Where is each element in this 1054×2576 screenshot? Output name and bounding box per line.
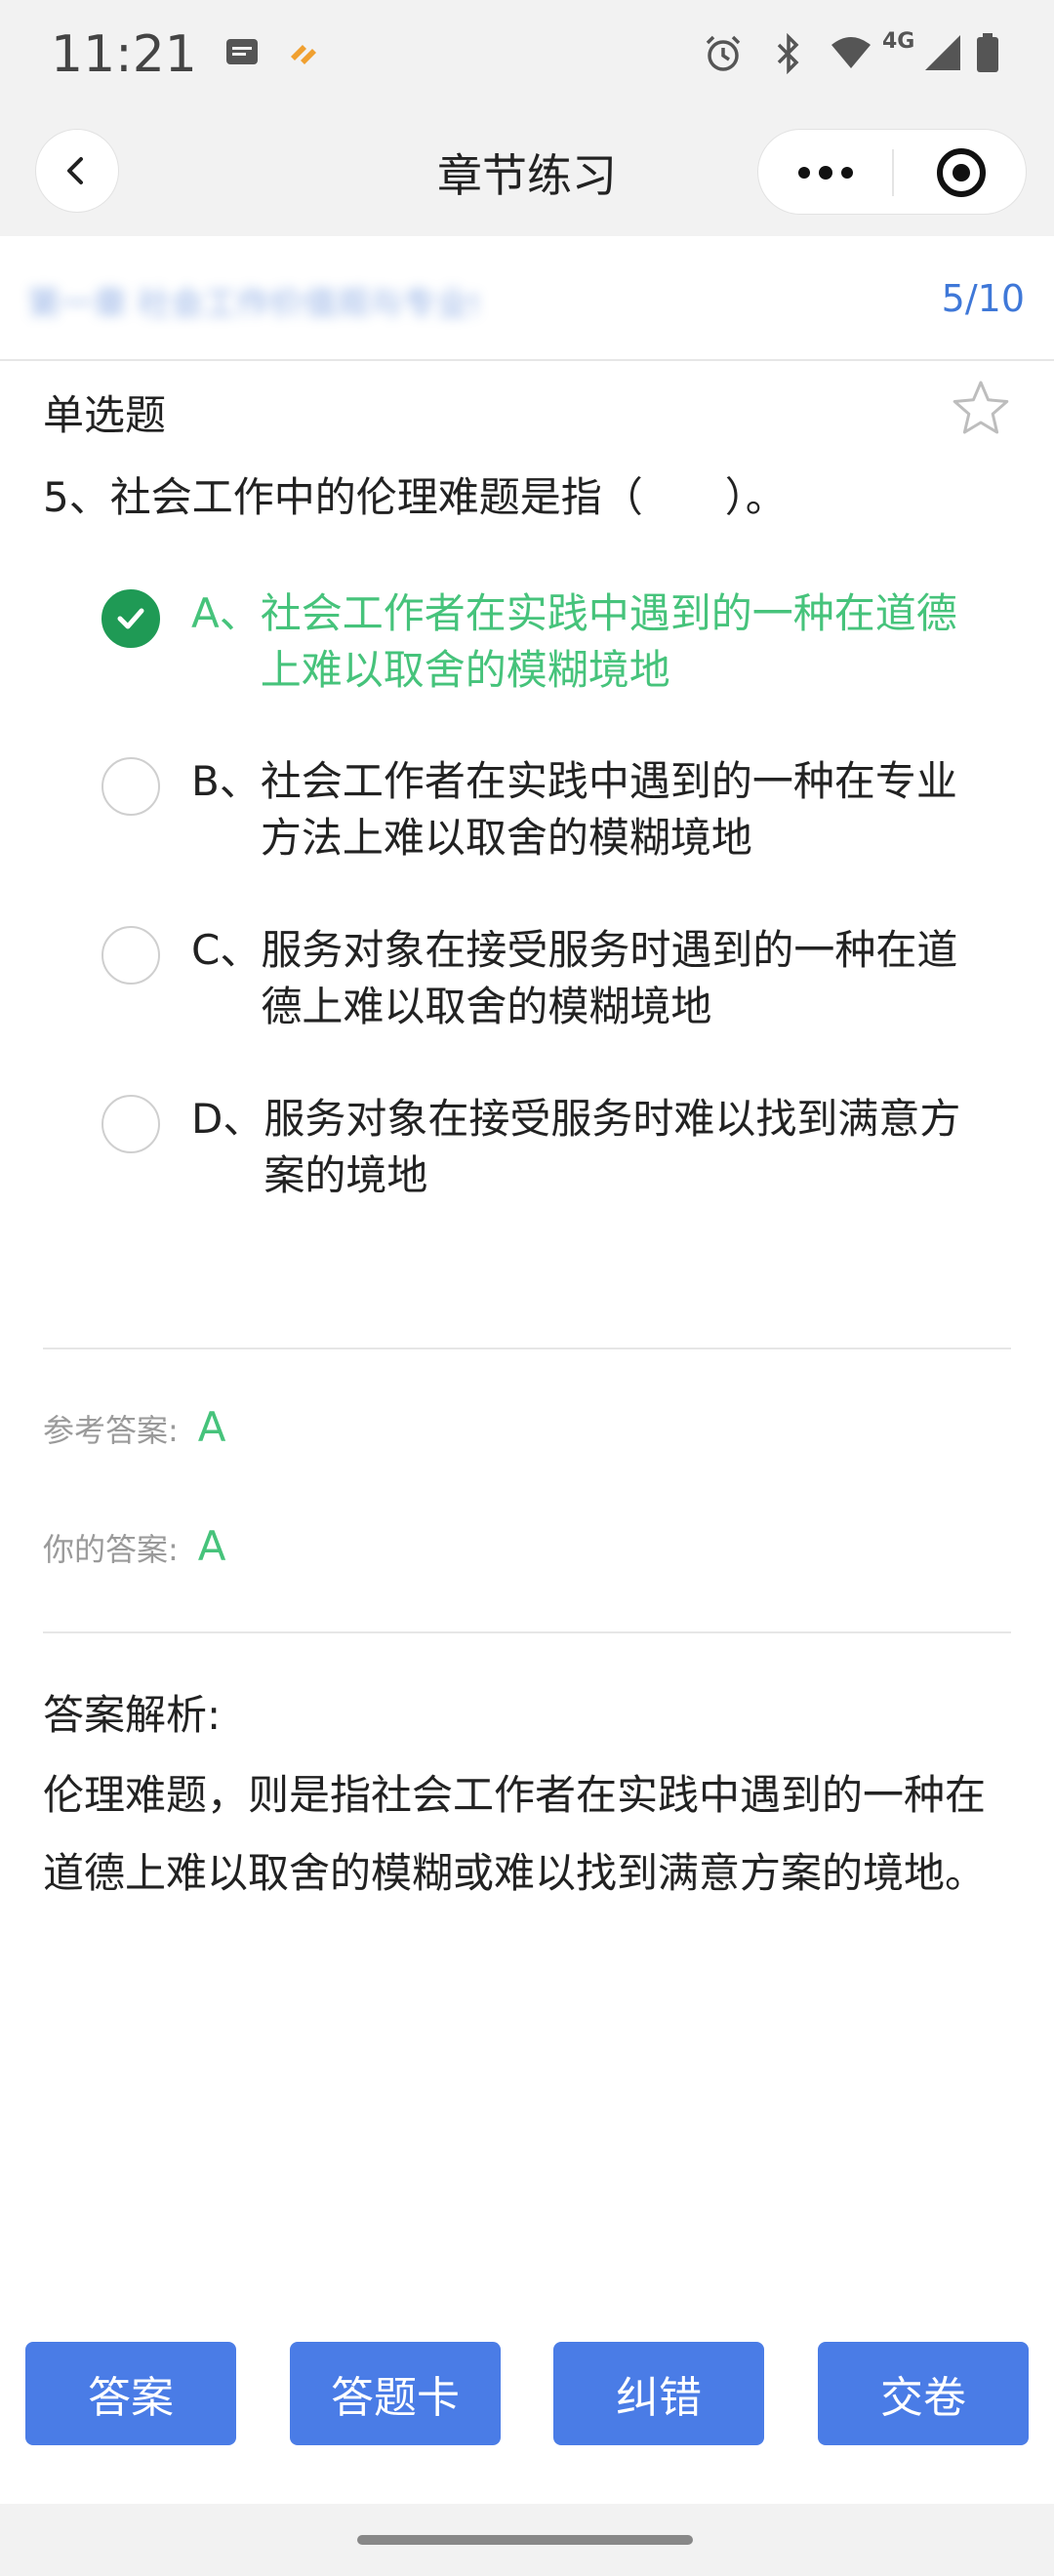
report-error-button[interactable]: 纠错 — [553, 2342, 764, 2445]
option-text: 社会工作者在实践中遇到的一种在道德上难以取舍的模糊境地 — [260, 589, 957, 694]
divider — [43, 1631, 1011, 1633]
option-d[interactable]: D、 服务对象在接受服务时难以找到满意方案的境地 — [101, 1091, 999, 1204]
option-letter: D、 — [191, 1095, 264, 1143]
option-text: 服务对象在接受服务时难以找到满意方案的境地 — [264, 1095, 961, 1199]
option-radio[interactable] — [101, 589, 160, 648]
bluetooth-icon — [771, 32, 806, 78]
checkmark-icon — [117, 608, 144, 629]
reference-answer: 参考答案: A — [43, 1403, 226, 1451]
progress-row: 第一章 社会工作价值观与专业伦理 5/10 — [0, 236, 1054, 361]
question-type: 单选题 — [43, 391, 167, 439]
show-answer-button[interactable]: 答案 — [25, 2342, 236, 2445]
chapter-name: 第一章 社会工作价值观与专业伦理 — [27, 285, 476, 316]
close-miniprogram-button[interactable] — [894, 130, 1028, 216]
question-text: 5、社会工作中的伦理难题是指（ ）。 — [43, 473, 787, 521]
option-letter: A、 — [191, 589, 261, 637]
option-radio[interactable] — [101, 926, 160, 985]
more-button[interactable] — [758, 130, 892, 216]
option-letter: C、 — [191, 926, 262, 974]
miniprogram-capsule — [757, 129, 1027, 215]
wifi-icon — [830, 33, 872, 76]
option-letter: B、 — [191, 757, 261, 805]
analysis-title: 答案解析: — [43, 1691, 222, 1739]
favorite-button[interactable] — [949, 377, 1013, 441]
signal-icon — [923, 33, 962, 76]
network-type: 4G — [882, 29, 915, 54]
option-radio[interactable] — [101, 1095, 160, 1153]
analysis-body: 伦理难题，则是指社会工作者在实践中遇到的一种在道德上难以取舍的模糊或难以找到满意… — [43, 1771, 987, 1897]
star-outline-icon — [953, 381, 1009, 434]
option-c[interactable]: C、 服务对象在接受服务时遇到的一种在道德上难以取舍的模糊境地 — [101, 922, 999, 1035]
option-text: 社会工作者在实践中遇到的一种在专业方法上难以取舍的模糊境地 — [260, 757, 957, 862]
option-text: 服务对象在接受服务时遇到的一种在道德上难以取舍的模糊境地 — [261, 926, 958, 1030]
option-radio[interactable] — [101, 757, 160, 816]
bottom-action-bar: 答案 答题卡 纠错 交卷 — [0, 2342, 1054, 2449]
status-time: 11:21 — [51, 25, 197, 84]
your-answer: 你的答案: A — [43, 1522, 226, 1570]
more-dots-icon — [797, 166, 853, 180]
title-bar: 章节练习 — [0, 107, 1054, 236]
reference-answer-value: A — [197, 1403, 226, 1451]
answer-card-button[interactable]: 答题卡 — [290, 2342, 501, 2445]
divider — [43, 1348, 1011, 1349]
option-a[interactable]: A、 社会工作者在实践中遇到的一种在道德上难以取舍的模糊境地 — [101, 585, 999, 699]
your-answer-label: 你的答案: — [43, 1531, 179, 1568]
app-notification-icon — [285, 33, 324, 76]
reference-answer-label: 参考答案: — [43, 1412, 179, 1449]
message-icon — [223, 33, 262, 76]
your-answer-value: A — [197, 1522, 226, 1570]
alarm-icon — [703, 33, 744, 78]
question-progress: 5/10 — [941, 277, 1025, 320]
gesture-nav-area — [0, 2504, 1054, 2576]
home-indicator[interactable] — [357, 2535, 693, 2545]
option-b[interactable]: B、 社会工作者在实践中遇到的一种在专业方法上难以取舍的模糊境地 — [101, 753, 999, 866]
target-circle-icon — [936, 148, 986, 197]
battery-icon — [976, 33, 999, 76]
submit-exam-button[interactable]: 交卷 — [818, 2342, 1029, 2445]
status-bar: 11:21 4G — [0, 0, 1054, 107]
